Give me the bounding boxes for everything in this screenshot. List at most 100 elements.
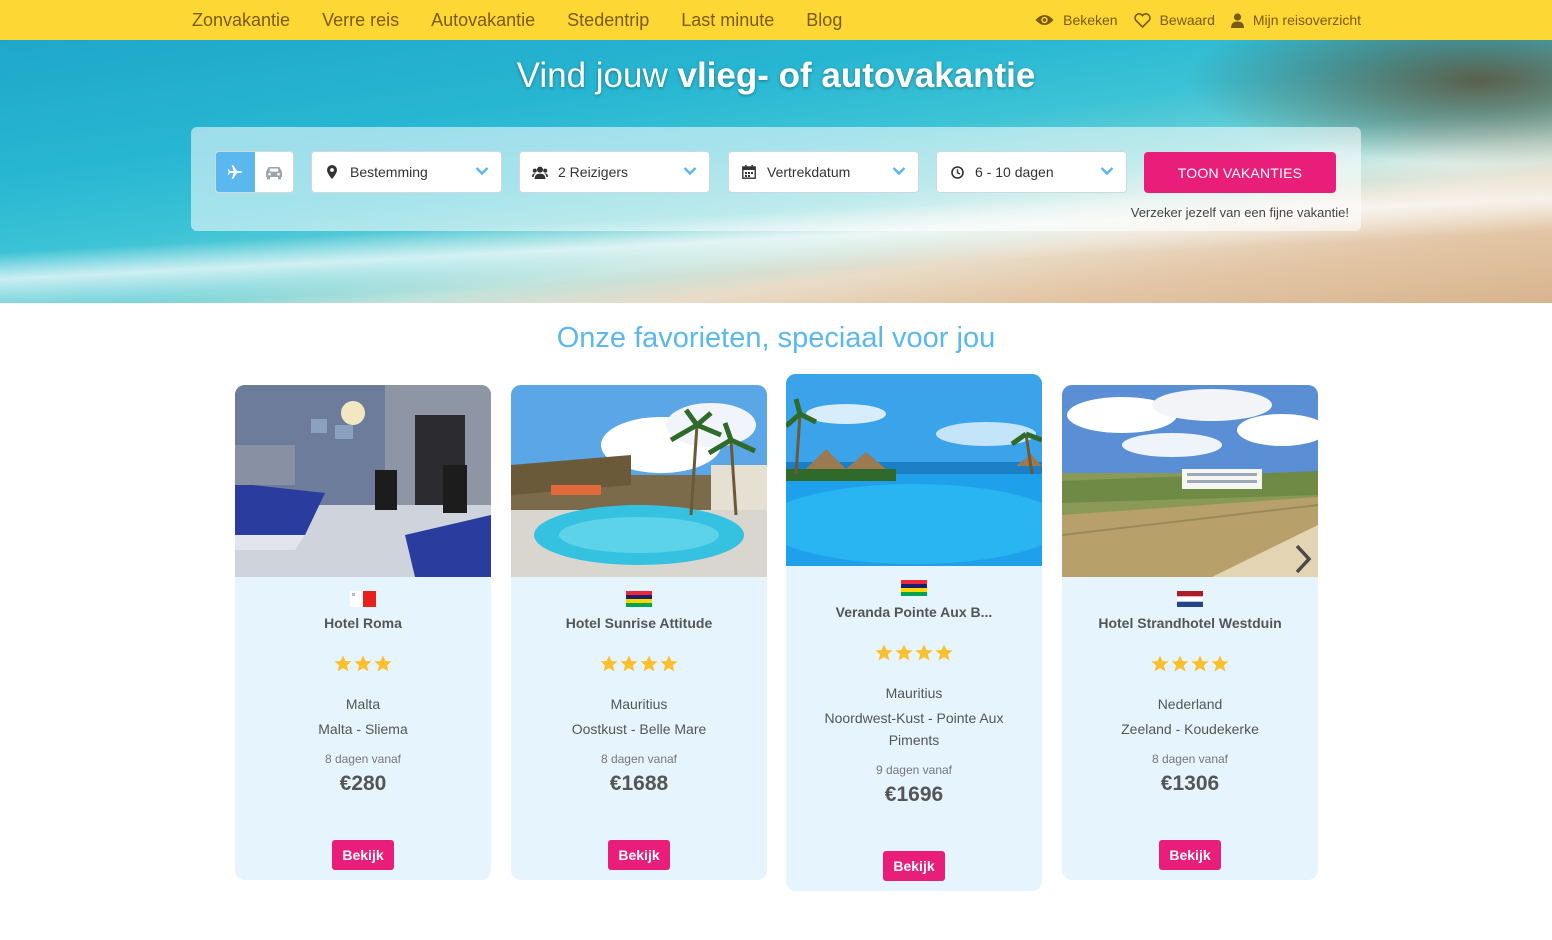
hotel-country: Nederland [1157, 696, 1223, 712]
search-box: Bestemming 2 Reizigers Vertrekdatum 6 - … [191, 127, 1361, 231]
duration-value: 6 - 10 dagen [975, 164, 1054, 180]
flag-netherlands-icon [1177, 591, 1203, 607]
hotel-country: Mauritius [610, 696, 668, 712]
calendar-icon [741, 165, 757, 179]
saved-label: Bewaard [1159, 12, 1215, 28]
star-icon [660, 655, 678, 672]
show-holidays-button[interactable]: TOON VAKANTIES [1144, 152, 1336, 193]
hero-banner: Vind jouw vlieg- of autovakantie Bestemm… [0, 40, 1552, 303]
hotel-region: Malta - Sliema [318, 721, 408, 737]
hotel-card-roma[interactable]: Hotel Roma Malta Malta - Sliema 8 dagen … [235, 385, 491, 880]
hotel-card-strandhotel-westduin[interactable]: Hotel Strandhotel Westduin Nederland Zee… [1062, 385, 1318, 880]
hotel-card-veranda-pointe-aux-biches[interactable]: Veranda Pointe Aux B... Mauritius Noordw… [786, 374, 1042, 891]
eye-icon [1035, 15, 1054, 25]
transport-toggle [215, 151, 294, 193]
hotel-photo [1062, 385, 1318, 577]
car-icon [265, 166, 282, 179]
plane-toggle[interactable] [216, 152, 255, 192]
star-icon [640, 655, 658, 672]
flag-mauritius-icon [626, 591, 652, 607]
top-navigation: Zonvakantie Verre reis Autovakantie Sted… [0, 0, 1552, 40]
hotel-name: Hotel Strandhotel Westduin [1098, 615, 1282, 631]
hero-title-regular: Vind jouw [516, 56, 668, 95]
viewed-link[interactable]: Bekeken [1035, 12, 1118, 28]
travelers-select[interactable]: 2 Reizigers [519, 151, 710, 193]
hotel-region: Oostkust - Belle Mare [571, 721, 707, 737]
hotel-country: Mauritius [885, 685, 943, 701]
hotel-price: €1688 [609, 772, 669, 795]
viewed-label: Bekeken [1063, 12, 1118, 28]
hotel-photo [786, 374, 1042, 566]
users-icon [532, 166, 548, 179]
hotel-card-sunrise-attitude[interactable]: Hotel Sunrise Attitude Mauritius Oostkus… [511, 385, 767, 880]
carousel-next-button[interactable] [1290, 541, 1316, 577]
plane-icon [228, 165, 243, 179]
user-icon [1230, 12, 1244, 28]
chevron-down-icon [475, 167, 489, 176]
departure-value: Vertrekdatum [767, 164, 851, 180]
star-rating [1062, 655, 1318, 672]
main-menu: Zonvakantie Verre reis Autovakantie Sted… [192, 0, 874, 40]
star-icon [1151, 655, 1169, 672]
view-button[interactable]: Bekijk [332, 840, 394, 870]
hotel-country: Malta [345, 696, 381, 712]
duration-label: 8 dagen vanaf [600, 752, 678, 766]
account-links: Bekeken Bewaard Mijn reisoverzicht [1019, 0, 1361, 40]
flag-malta-icon [350, 591, 376, 607]
star-rating [511, 655, 767, 672]
map-pin-icon [324, 165, 340, 179]
star-icon [354, 655, 372, 672]
hero-title: Vind jouw vlieg- of autovakantie [0, 56, 1552, 96]
heart-icon [1133, 12, 1151, 28]
clock-icon [949, 165, 965, 179]
chevron-down-icon [683, 167, 697, 176]
travelers-value: 2 Reizigers [558, 164, 629, 180]
favorites-title: Onze favorieten, speciaal voor jou [556, 322, 996, 354]
duration-label: 8 dagen vanaf [1151, 752, 1229, 766]
hotel-name: Veranda Pointe Aux B... [835, 604, 993, 620]
flag-mauritius-icon [901, 580, 927, 596]
hero-title-bold: vlieg- of autovakantie [677, 56, 1036, 95]
departure-date-select[interactable]: Vertrekdatum [728, 151, 919, 193]
star-icon [620, 655, 638, 672]
view-button[interactable]: Bekijk [608, 840, 670, 870]
hotel-region: Zeeland - Koudekerke [1121, 721, 1259, 737]
duration-label: 8 dagen vanaf [324, 752, 402, 766]
star-rating [786, 644, 1042, 661]
star-rating [235, 655, 491, 672]
hotel-region: Noordwest-Kust - Pointe Aux Piments [824, 710, 1004, 748]
star-icon [1211, 655, 1229, 672]
nav-stedentrip[interactable]: Stedentrip [567, 10, 649, 31]
hotel-price: €1306 [1160, 772, 1220, 795]
star-icon [935, 644, 953, 661]
hotel-name: Hotel Roma [324, 615, 402, 631]
saved-link[interactable]: Bewaard [1133, 12, 1215, 28]
star-icon [600, 655, 618, 672]
nav-zonvakantie[interactable]: Zonvakantie [192, 10, 290, 31]
nav-last-minute[interactable]: Last minute [681, 10, 774, 31]
star-icon [875, 644, 893, 661]
duration-label: 9 dagen vanaf [875, 763, 953, 777]
destination-value: Bestemming [350, 164, 428, 180]
hotel-photo [235, 385, 491, 577]
chevron-right-icon [1295, 544, 1312, 574]
hotel-price: €1696 [884, 783, 944, 806]
chevron-down-icon [892, 167, 906, 176]
insurance-link[interactable]: Verzeker jezelf van een fijne vakantie! [1131, 205, 1349, 220]
duration-select[interactable]: 6 - 10 dagen [936, 151, 1127, 193]
nav-verre-reis[interactable]: Verre reis [322, 10, 399, 31]
star-icon [374, 655, 392, 672]
view-button[interactable]: Bekijk [1159, 840, 1221, 870]
hotel-price: €280 [339, 772, 387, 795]
my-trips-label: Mijn reisoverzicht [1252, 12, 1361, 28]
hotel-photo [511, 385, 767, 577]
chevron-down-icon [1100, 167, 1114, 176]
destination-select[interactable]: Bestemming [311, 151, 502, 193]
my-trips-link[interactable]: Mijn reisoverzicht [1230, 12, 1361, 28]
view-button[interactable]: Bekijk [883, 851, 945, 881]
star-icon [895, 644, 913, 661]
nav-autovakantie[interactable]: Autovakantie [431, 10, 535, 31]
car-toggle[interactable] [255, 152, 294, 192]
nav-blog[interactable]: Blog [806, 10, 842, 31]
star-icon [915, 644, 933, 661]
